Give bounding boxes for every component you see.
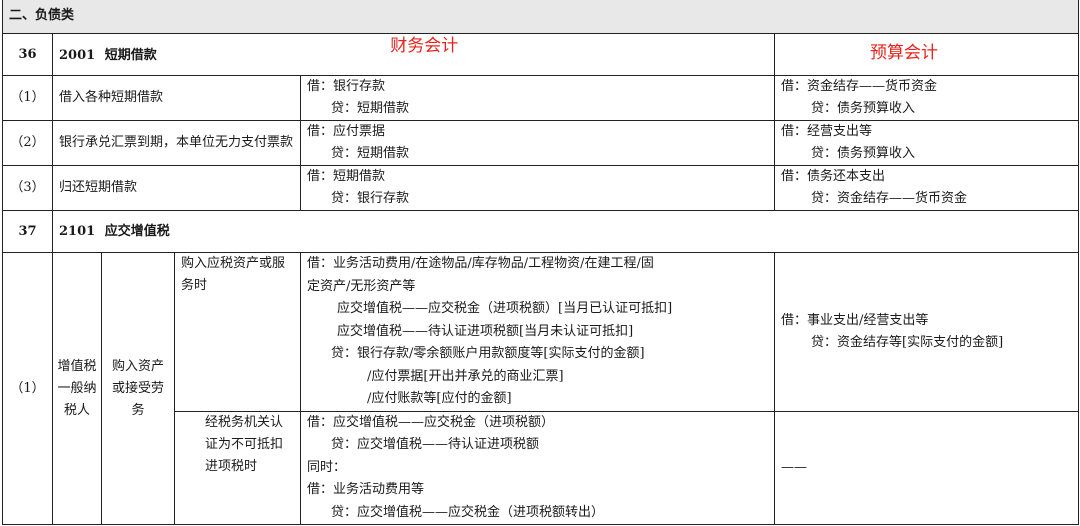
- note-line: 同时：: [307, 459, 347, 475]
- row-description: 归还短期借款: [52, 165, 301, 211]
- liability-accounts-table: 二、负债类 36 2001 短期借款 财务会计 预算会计 （1） 借入各种短期借…: [1, 0, 1080, 525]
- entry-row: （1） 借入各种短期借款 借：银行存款 贷：短期借款 借：资金结存——货币资金 …: [2, 75, 1080, 121]
- vat-entry-row: （1） 增值税一般纳税人 购入资产或接受劳务 购入应税资产或服务时 借：业务活动…: [2, 252, 1080, 525]
- taxpayer-category: 增值税一般纳税人: [52, 252, 102, 525]
- row-index: （1）: [2, 252, 53, 525]
- budget-entry: 借：事业支出/经营支出等 贷：资金结存等[实际支付的金额]: [773, 252, 1080, 412]
- credit-line: 贷：银行存款: [331, 191, 410, 206]
- budget-entry: 借：经营支出等 贷：债务预算收入: [773, 120, 1080, 166]
- row-description: 银行承兑汇票到期，本单位无力支付票款: [52, 120, 301, 166]
- debit-line: 应交增值税——待认证进项税额[当月未认证可抵扣]: [337, 323, 634, 339]
- credit-line: 贷：应交增值税——应交税金（进项税额转出）: [331, 504, 605, 520]
- debit-line: 借：业务活动费用等: [307, 482, 425, 497]
- credit-line: 贷：资金结存等[实际支付的金额]: [811, 334, 1004, 350]
- row-description: 借入各种短期借款: [52, 75, 301, 121]
- budget-entry: 借：资金结存——货币资金 贷：债务预算收入: [773, 75, 1080, 121]
- section-title: 二、负债类: [1, 0, 1080, 34]
- financial-entry: 借：短期借款 贷：银行存款: [300, 165, 775, 211]
- financial-entry: 借：银行存款 贷：短期借款: [300, 75, 775, 121]
- debit-line: 借：应交增值税——应交税金（进项税额）: [307, 414, 555, 430]
- debit-line: 借：资金结存——货币资金: [781, 79, 938, 94]
- financial-entry: 借：应交增值税——应交税金（进项税额） 贷：应交增值税——待认证进项税额 同时：…: [300, 410, 775, 525]
- item-name: 应交增值税: [104, 223, 170, 239]
- financial-accounting-header: 财务会计: [390, 35, 459, 56]
- debit-line: 借：银行存款: [307, 79, 386, 94]
- debit-line: 定资产/无形资产等: [307, 278, 416, 294]
- credit-line: 贷：债务预算收入: [811, 146, 916, 161]
- item-number: 36: [2, 33, 53, 76]
- item-code: 2101: [59, 223, 96, 239]
- debit-line: 借：债务还本支出: [781, 169, 886, 184]
- item-header-row: 37 2101 应交增值税: [2, 210, 1080, 253]
- credit-line: 贷：银行存款/零余额账户用款额度等[实际支付的金额]: [331, 346, 645, 361]
- credit-line: 贷：资金结存——货币资金: [811, 191, 968, 206]
- credit-line: 贷：债务预算收入: [811, 101, 916, 116]
- debit-line: 借：短期借款: [307, 169, 386, 184]
- financial-entry: 借：应付票据 贷：短期借款: [300, 120, 775, 166]
- entry-row: （2） 银行承兑汇票到期，本单位无力支付票款 借：应付票据 贷：短期借款 借：经…: [2, 120, 1080, 166]
- item-title-cell: 2001 短期借款 财务会计: [52, 33, 775, 76]
- row-index: （2）: [2, 120, 53, 166]
- item-header-row: 36 2001 短期借款 财务会计 预算会计: [2, 33, 1080, 76]
- item-name: 短期借款: [104, 47, 157, 63]
- section-row: 二、负债类: [1, 0, 1080, 34]
- item-code: 2001: [59, 47, 96, 63]
- debit-line: 借：事业支出/经营支出等: [781, 312, 929, 328]
- debit-line: 借：业务活动费用/在途物品/库存物品/工程物资/在建工程/固: [307, 256, 654, 271]
- budget-entry: ——: [773, 410, 1080, 525]
- debit-line: 借：经营支出等: [781, 124, 873, 139]
- row-index: （3）: [2, 165, 53, 211]
- debit-line: 应交增值税——应交税金（进项税额）[当月已认证可抵扣]: [337, 301, 673, 316]
- item-number: 37: [2, 210, 53, 253]
- case-description: 购入应税资产或服务时: [174, 252, 301, 412]
- credit-line: 贷：应交增值税——待认证进项税额: [331, 437, 540, 452]
- item-title-cell: 2101 应交增值税: [51, 210, 1080, 253]
- debit-line: 借：应付票据: [307, 124, 386, 139]
- row-index: （1）: [2, 75, 53, 121]
- case-description: 经税务机关认证为不可抵扣进项税时: [174, 410, 301, 525]
- entry-row: （3） 归还短期借款 借：短期借款 贷：银行存款 借：债务还本支出 贷：资金结存…: [2, 165, 1080, 211]
- credit-line: 贷：短期借款: [331, 101, 410, 116]
- credit-line: /应付账款等[应付的金额]: [367, 391, 512, 406]
- purchase-category: 购入资产或接受劳务: [101, 252, 175, 525]
- accounting-document: 二、负债类 36 2001 短期借款 财务会计 预算会计 （1） 借入各种短期借…: [0, 0, 1080, 526]
- budget-accounting-header: 预算会计: [870, 42, 938, 63]
- financial-entry: 借：业务活动费用/在途物品/库存物品/工程物资/在建工程/固 定资产/无形资产等…: [300, 252, 775, 412]
- credit-line: 贷：短期借款: [331, 146, 410, 161]
- credit-line: /应付票据[开出并承兑的商业汇票]: [367, 368, 564, 384]
- budget-entry: 借：债务还本支出 贷：资金结存——货币资金: [773, 165, 1080, 211]
- budget-header-cell: 预算会计: [773, 33, 1080, 76]
